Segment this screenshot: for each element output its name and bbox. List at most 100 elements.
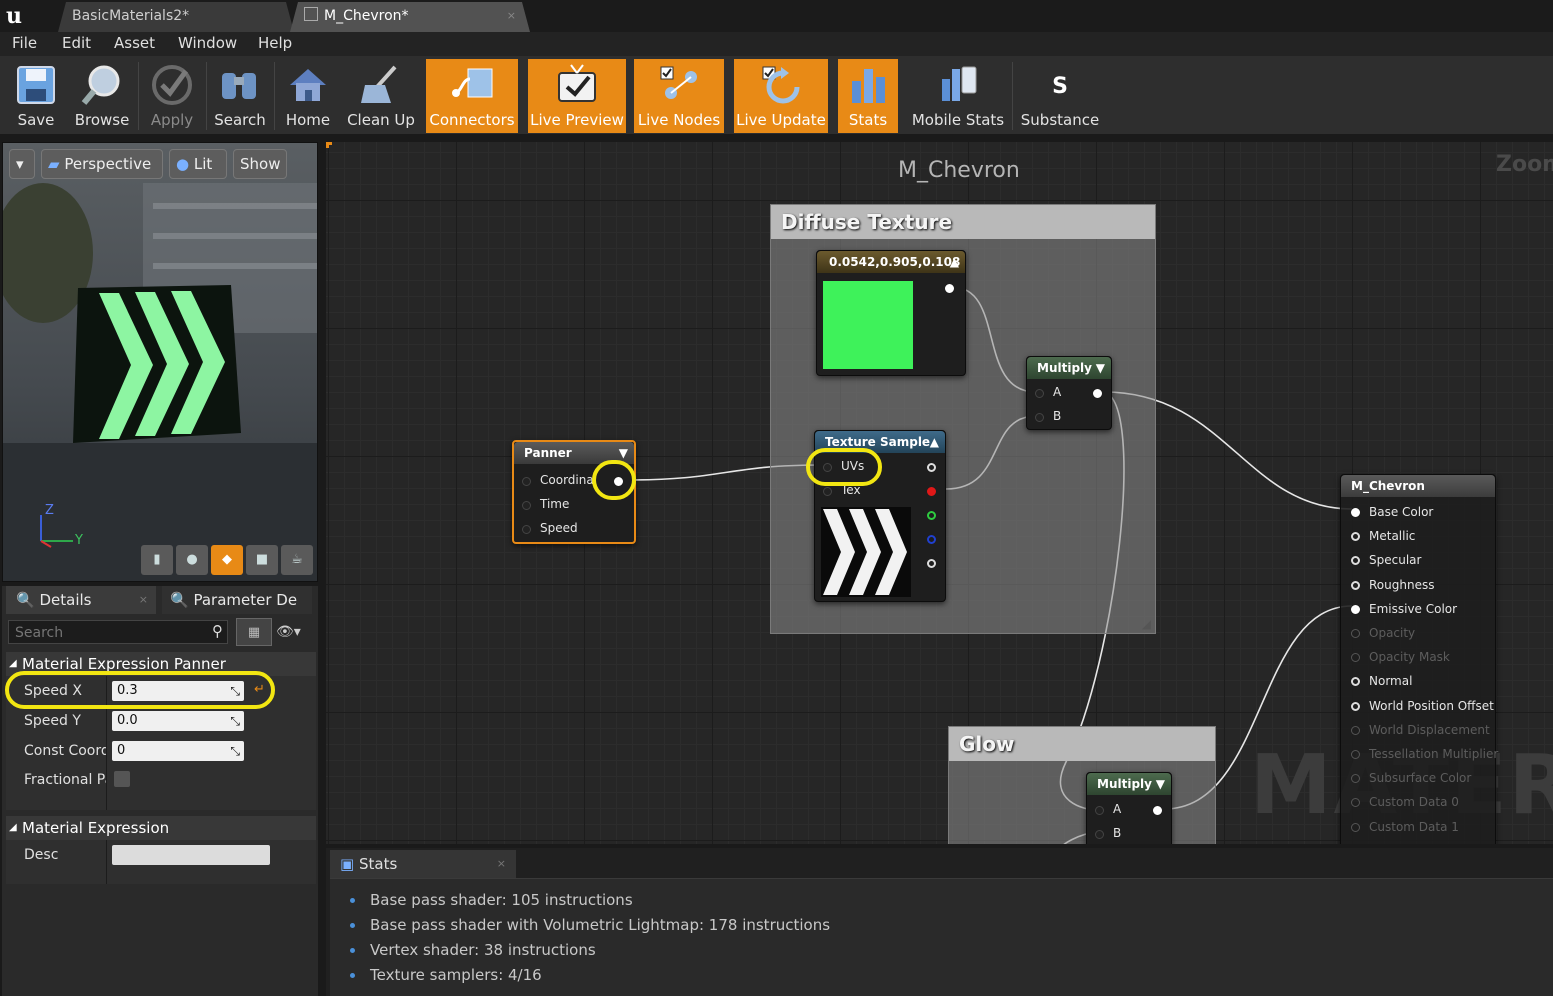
live-nodes-button[interactable]: Live Nodes bbox=[634, 59, 724, 133]
pin-label-speed: Speed bbox=[540, 521, 578, 535]
node-material-result[interactable]: M_Chevron Base Color Metallic Specular Roug… bbox=[1340, 474, 1498, 844]
input-pin-coordinate[interactable] bbox=[522, 477, 531, 486]
stats-button[interactable]: Stats bbox=[838, 59, 898, 133]
search-input[interactable] bbox=[9, 621, 207, 645]
result-input-pin[interactable] bbox=[1351, 629, 1360, 638]
result-input-pin[interactable] bbox=[1351, 822, 1360, 832]
result-input-pin[interactable] bbox=[1351, 653, 1360, 663]
preview-shape-bar: ▮ ● ◆ ■ ☕ bbox=[139, 543, 315, 577]
lit-button[interactable]: ● Lit bbox=[169, 149, 227, 179]
node-texture-sample[interactable]: Texture Sample ▲ UVs Tex bbox=[814, 430, 946, 602]
menu-window[interactable]: Window bbox=[178, 32, 237, 56]
connectors-button[interactable]: Connectors bbox=[426, 59, 518, 133]
speed-x-value: 0.3 bbox=[117, 683, 138, 698]
node-multiply[interactable]: Multiply ▼ A B bbox=[1026, 356, 1112, 430]
live-update-button[interactable]: Live Update bbox=[734, 59, 828, 133]
result-input-pin[interactable] bbox=[1351, 580, 1360, 590]
close-icon[interactable]: × bbox=[507, 2, 516, 30]
toolbar: Save Browse Apply Search Home Clean Up C… bbox=[0, 56, 1553, 136]
tab-basic-materials[interactable]: BasicMaterials2* bbox=[58, 2, 294, 32]
save-icon bbox=[17, 66, 55, 104]
clean-up-button[interactable]: Clean Up bbox=[344, 59, 418, 133]
live-preview-button[interactable]: Live Preview bbox=[528, 59, 626, 133]
const-coordinate-field[interactable]: 0 ⤡ bbox=[112, 741, 244, 761]
details-search[interactable]: ⚲ bbox=[8, 620, 228, 645]
input-pin-a[interactable] bbox=[1035, 389, 1044, 398]
result-input-pin[interactable] bbox=[1351, 750, 1360, 759]
output-pin[interactable] bbox=[1153, 806, 1162, 815]
speed-x-field[interactable]: 0.3 ⤡ bbox=[112, 681, 244, 701]
column-divider bbox=[106, 676, 107, 810]
input-pin-b[interactable] bbox=[1095, 830, 1104, 839]
preview-viewport[interactable]: Z Y ▾ ▰ Perspective ● Lit Show ▮ ● ◆ ■ ☕ bbox=[2, 142, 318, 582]
menu-file[interactable]: File bbox=[12, 32, 37, 56]
menu-help[interactable]: Help bbox=[258, 32, 292, 56]
output-pin-a[interactable] bbox=[927, 559, 936, 568]
property-matrix-button[interactable]: ▦ bbox=[236, 618, 272, 646]
menu-edit[interactable]: Edit bbox=[62, 32, 91, 56]
menu-asset[interactable]: Asset bbox=[114, 32, 155, 56]
tab-m-chevron[interactable]: M_Chevron* × bbox=[290, 2, 530, 32]
input-pin-uvs[interactable] bbox=[823, 463, 832, 472]
collapse-arrow-icon: ▲ bbox=[949, 255, 959, 269]
output-pin[interactable] bbox=[1093, 389, 1102, 398]
show-button[interactable]: Show bbox=[233, 149, 287, 179]
tab-parameter-defaults[interactable]: 🔍 Parameter De bbox=[162, 586, 312, 614]
fractional-part-checkbox[interactable] bbox=[114, 771, 130, 787]
output-pin-g[interactable] bbox=[927, 511, 936, 520]
output-pin-rgb[interactable] bbox=[927, 463, 936, 472]
plane-shape-icon[interactable]: ◆ bbox=[211, 545, 243, 575]
close-icon[interactable]: × bbox=[497, 850, 506, 878]
perspective-button[interactable]: ▰ Perspective bbox=[41, 149, 163, 179]
output-pin-r[interactable] bbox=[927, 487, 936, 496]
search-button[interactable]: Search bbox=[210, 59, 270, 133]
input-pin-a[interactable] bbox=[1095, 806, 1104, 815]
output-pin[interactable] bbox=[614, 477, 623, 486]
result-input-pin[interactable] bbox=[1351, 774, 1360, 784]
node-multiply-glow[interactable]: Multiply ▼ A B bbox=[1086, 772, 1172, 844]
input-pin-b[interactable] bbox=[1035, 413, 1044, 422]
substance-button[interactable]: S Substance bbox=[1018, 59, 1102, 133]
visibility-filter-button[interactable]: 👁▾ bbox=[276, 624, 312, 642]
fractional-part-label: Fractional Pa bbox=[24, 772, 106, 788]
result-input-pin[interactable] bbox=[1351, 556, 1360, 566]
tab-details[interactable]: 🔍 Details × bbox=[6, 586, 156, 614]
result-input-pin[interactable] bbox=[1351, 701, 1360, 711]
sphere-shape-icon[interactable]: ● bbox=[176, 545, 208, 575]
material-graph[interactable]: M_Chevron Zoom MATERIAL Diffuse Texture … bbox=[326, 142, 1553, 844]
home-button[interactable]: Home bbox=[278, 59, 338, 133]
cylinder-shape-icon[interactable]: ▮ bbox=[141, 545, 173, 575]
section-material-expression[interactable]: ◢ Material Expression bbox=[6, 816, 316, 840]
input-pin-tex[interactable] bbox=[823, 487, 832, 496]
save-button[interactable]: Save bbox=[6, 59, 66, 133]
tab-stats[interactable]: ▣ Stats × bbox=[330, 850, 516, 878]
show-label: Show bbox=[240, 155, 281, 173]
teapot-shape-icon[interactable]: ☕ bbox=[281, 545, 313, 575]
browse-button[interactable]: Browse bbox=[70, 59, 134, 133]
input-pin-speed[interactable] bbox=[522, 525, 531, 534]
close-icon[interactable]: × bbox=[139, 586, 148, 614]
viewport-options-button[interactable]: ▾ bbox=[9, 149, 35, 179]
result-input-pin[interactable] bbox=[1351, 677, 1360, 687]
comment-glow[interactable]: Glow bbox=[948, 726, 1216, 844]
reset-to-default-icon[interactable]: ↵ bbox=[254, 682, 265, 697]
result-input-pin[interactable] bbox=[1351, 798, 1360, 808]
desc-field[interactable] bbox=[112, 845, 270, 865]
input-pin-time[interactable] bbox=[522, 501, 531, 510]
resize-handle-icon[interactable]: ◢ bbox=[1142, 617, 1151, 631]
cube-shape-icon[interactable]: ■ bbox=[246, 545, 278, 575]
output-pin[interactable] bbox=[945, 284, 954, 293]
mobile-stats-button[interactable]: Mobile Stats bbox=[908, 59, 1008, 133]
result-input-pin[interactable] bbox=[1351, 604, 1360, 614]
speed-y-field[interactable]: 0.0 ⤡ bbox=[112, 711, 244, 731]
section-material-expression-panner[interactable]: ◢ Material Expression Panner bbox=[6, 652, 316, 676]
apply-button[interactable]: Apply bbox=[142, 59, 202, 133]
result-input-pin[interactable] bbox=[1351, 508, 1360, 517]
node-constant3-vector[interactable]: 0.0542,0.905,0.108 ▲ bbox=[816, 250, 966, 376]
lit-sphere-icon: ● bbox=[176, 155, 190, 173]
result-input-pin[interactable] bbox=[1351, 725, 1360, 735]
node-header: Texture Sample ▲ bbox=[815, 431, 945, 453]
output-pin-b[interactable] bbox=[927, 535, 936, 544]
node-panner[interactable]: Panner ▼ Coordinate Time Speed bbox=[512, 440, 636, 544]
result-input-pin[interactable] bbox=[1351, 532, 1360, 542]
